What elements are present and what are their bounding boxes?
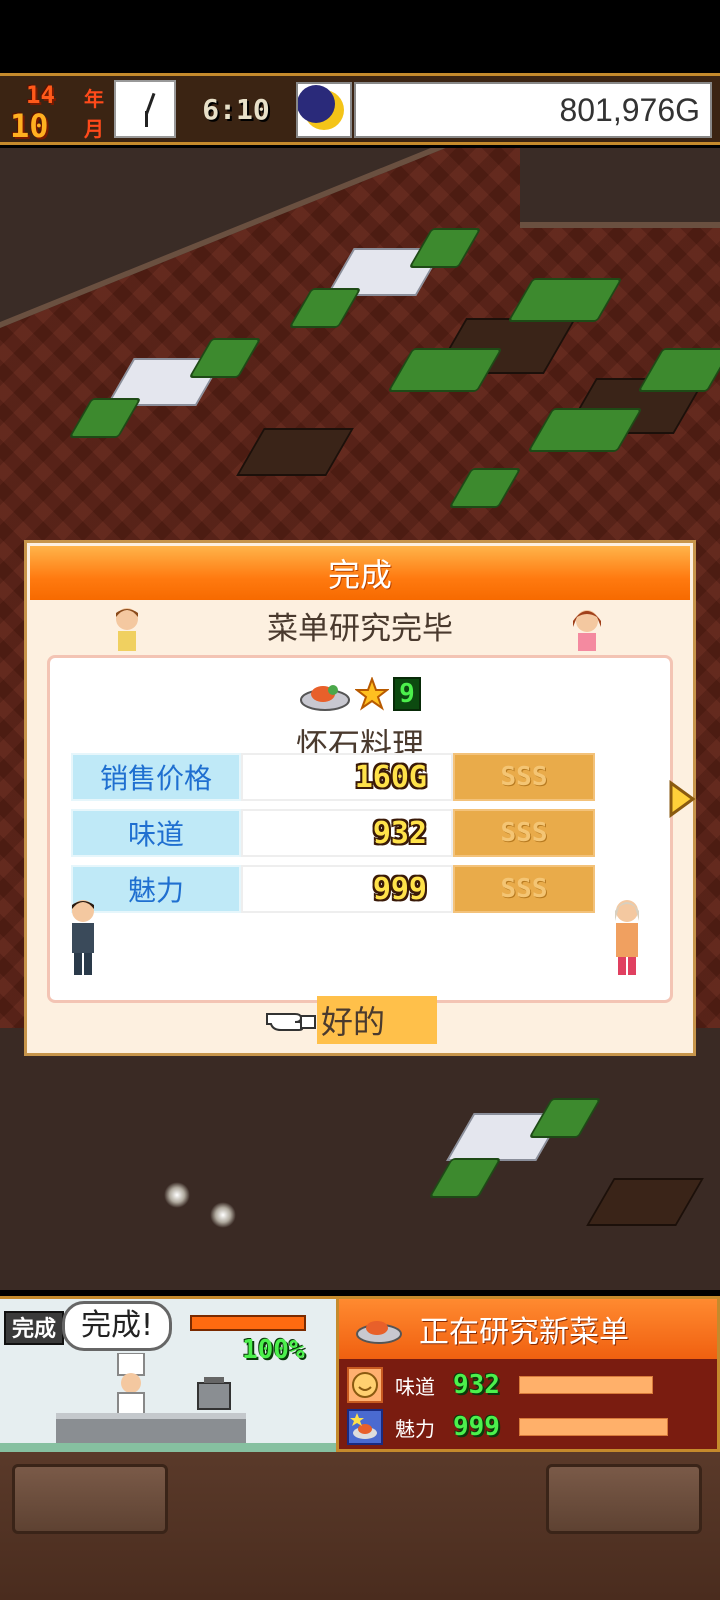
- month-unit: 月: [84, 117, 104, 141]
- ok-button-label: 好的: [317, 996, 437, 1044]
- money-display: 801,976G: [354, 82, 712, 138]
- staff-character-icon: [116, 608, 138, 651]
- research-progress-percent: 100%: [242, 1335, 305, 1365]
- street-lamp: [164, 1182, 190, 1208]
- stat-value: 932: [241, 809, 453, 857]
- date-display: 14 年 10 月: [6, 79, 110, 145]
- stat-value: 999: [241, 865, 453, 913]
- research-panel[interactable]: 正在研究新菜单 味道 932 魅力 999: [336, 1296, 720, 1452]
- stat-row-price: 销售价格 160G SSS: [71, 753, 595, 801]
- smile-face-icon: [347, 1367, 383, 1403]
- star-icon: [355, 677, 390, 711]
- sofa: [507, 278, 623, 322]
- time-display: 6:10: [182, 84, 290, 134]
- research-stat-bar: [519, 1376, 653, 1394]
- left-menu-button[interactable]: [12, 1464, 168, 1534]
- stat-label: 销售价格: [71, 753, 241, 801]
- sofa: [408, 228, 482, 268]
- dish-rating: 9: [50, 670, 670, 718]
- clock-icon: [114, 80, 176, 138]
- dish-level: 9: [393, 677, 421, 711]
- shop-shelf: [520, 148, 720, 228]
- stat-row-charm: 魅力 999 SSS: [71, 865, 595, 913]
- year-value: 14: [26, 81, 55, 109]
- sofa: [527, 408, 643, 452]
- bottom-menu: [0, 1452, 720, 1600]
- research-stat-value: 932: [453, 1370, 500, 1400]
- sofa: [288, 288, 362, 328]
- kitchen-panel[interactable]: 完成 完成! 100%: [0, 1296, 336, 1452]
- stat-value: 160G: [241, 753, 453, 801]
- kitchen-floor: [0, 1443, 336, 1452]
- sofa: [448, 468, 522, 508]
- chef-speech-bubble: 完成!: [62, 1301, 173, 1351]
- sidewalk: [0, 1028, 720, 1290]
- dish-icon: [356, 1321, 402, 1344]
- table: [236, 428, 354, 476]
- research-title-bar: 正在研究新菜单: [339, 1299, 717, 1359]
- stat-rank: SSS: [453, 865, 595, 913]
- customer-character-icon: [72, 900, 94, 975]
- ok-button[interactable]: 好的: [265, 995, 441, 1045]
- right-menu-button[interactable]: [546, 1464, 702, 1534]
- sparkle-dish-icon: [347, 1409, 383, 1445]
- research-stat-bar: [519, 1418, 668, 1436]
- moon-icon: [296, 82, 352, 138]
- status-tag: 完成: [4, 1311, 65, 1345]
- stat-rank: SSS: [453, 809, 595, 857]
- sofa: [387, 348, 503, 392]
- sofa: [637, 348, 720, 392]
- street-lamp: [210, 1202, 236, 1228]
- sofa: [68, 398, 142, 438]
- sofa: [188, 338, 262, 378]
- staff-character-icon: [573, 610, 601, 651]
- research-stat-label: 魅力: [395, 1416, 435, 1441]
- research-stat-value: 999: [453, 1412, 500, 1442]
- status-bar: 14 年 10 月 6:10 801,976G: [0, 73, 720, 145]
- research-complete-dialog: 完成 菜单研究完毕 9 怀石料理 销售价格 160G SSS 味道 932 SS…: [24, 540, 696, 1056]
- research-title: 正在研究新菜单: [419, 1315, 629, 1350]
- next-arrow-icon[interactable]: [667, 779, 697, 819]
- chef-character-icon: [117, 1353, 145, 1416]
- research-row-taste: 味道 932: [347, 1365, 713, 1405]
- year-unit: 年: [84, 87, 104, 111]
- stat-row-taste: 味道 932 SSS: [71, 809, 595, 857]
- research-stat-label: 味道: [395, 1374, 435, 1399]
- research-row-charm: 魅力 999: [347, 1407, 713, 1447]
- dish-icon: [300, 685, 351, 711]
- pointing-hand-icon: [266, 1013, 316, 1031]
- stat-label: 味道: [71, 809, 241, 857]
- stat-rank: SSS: [453, 753, 595, 801]
- cooking-pot-icon: [197, 1377, 231, 1410]
- dialog-title: 完成: [30, 546, 690, 600]
- customer-character-icon: [615, 900, 639, 975]
- month-value: 10: [10, 107, 49, 145]
- research-progress-bar: [190, 1315, 306, 1331]
